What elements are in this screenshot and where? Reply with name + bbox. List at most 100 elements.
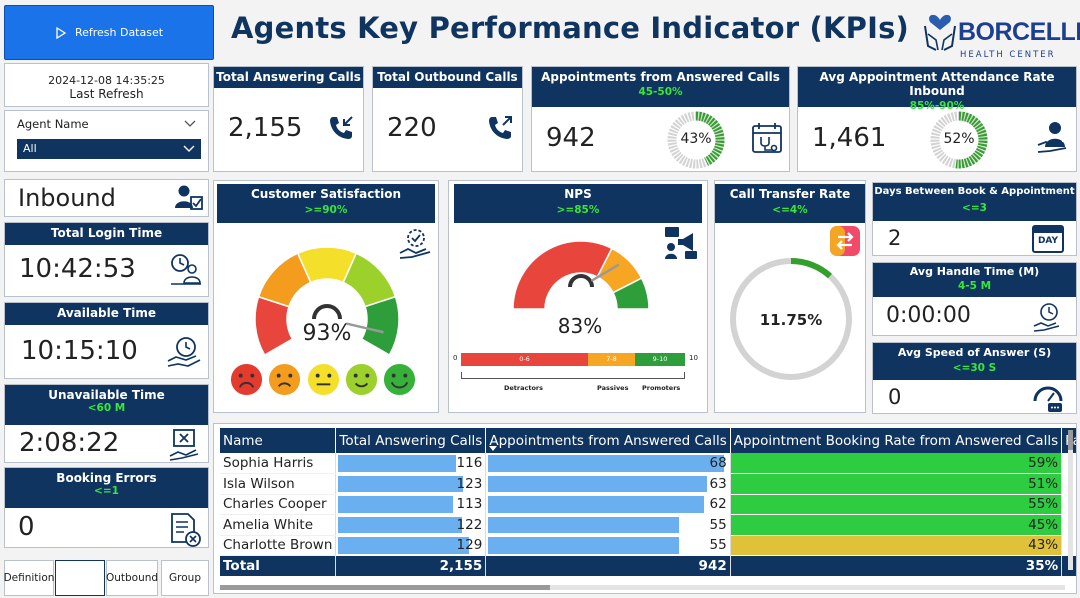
booking-rate-cell: 55% — [730, 494, 1063, 515]
table-row[interactable]: Charlotte Brown 129 55 43% — [220, 535, 1076, 556]
hand-clock-icon — [167, 337, 201, 367]
promoters-label: Promoters — [642, 384, 681, 392]
unavailable-time-target: <60 M — [87, 402, 126, 414]
login-time-title: Total Login Time — [5, 223, 208, 245]
calls-cell-value: 122 — [456, 516, 483, 533]
table-total-row: Total 2,155 942 35% — [220, 555, 1076, 576]
chevron-down-icon[interactable] — [184, 120, 196, 128]
phone-outgoing-icon — [489, 116, 512, 139]
csat-value: 93% — [302, 321, 352, 346]
csat-card: Customer Satisfaction >=90% 93% — [213, 180, 439, 413]
total-appointments: 942 — [485, 555, 731, 576]
total-label: Total — [220, 555, 337, 576]
promoters-segment: 9-10 — [635, 353, 685, 366]
days-book-target: <=3 — [962, 202, 987, 214]
appointments-cell: 63 — [485, 473, 731, 494]
unavailable-time-card: Unavailable Time <60 M 2:08:22 — [4, 384, 209, 463]
agent-name-cell: Isla Wilson — [220, 473, 337, 495]
total-booking-rate: 35% — [730, 555, 1063, 576]
table-horizontal-scrollbar[interactable] — [220, 585, 1065, 590]
last-refresh-card: 2024-12-08 14:35:25 Last Refresh — [4, 63, 209, 107]
logo-name: BORCELLE — [958, 18, 1080, 46]
answering-calls-value: 2,155 — [228, 113, 303, 143]
tab-outbound-label: Outbound — [105, 572, 159, 584]
agent-filter-value: All — [23, 142, 37, 155]
column-header-calls[interactable]: Total Answering Calls — [335, 428, 487, 453]
total-calls: 2,155 — [335, 555, 487, 576]
calls-cell-value: 113 — [456, 496, 483, 513]
table-row[interactable]: Charles Cooper 113 62 55% — [220, 494, 1076, 515]
unavailable-time-value: 2:08:22 — [19, 428, 120, 458]
chevron-down-icon — [183, 145, 195, 152]
booking-rate-cell-value: 51% — [1028, 475, 1059, 492]
refresh-label: Last Refresh — [69, 87, 144, 101]
appointments-cell-value: 55 — [709, 537, 727, 554]
calls-cell: 122 — [335, 514, 487, 535]
speedometer-chat-icon — [1033, 386, 1063, 412]
very-happy-face-icon — [383, 363, 416, 396]
nps-gauge — [512, 240, 650, 310]
promoters-range: 9-10 — [652, 355, 668, 363]
answering-calls-card: Total Answering Calls 2,155 — [213, 66, 364, 172]
days-book-title: Days Between Book & Appointment — [874, 186, 1075, 197]
handle-time-title: Avg Handle Time (M) — [909, 265, 1040, 278]
nps-scale-min: 0 — [453, 354, 458, 362]
appointments-title: Appointments from Answered Calls — [541, 70, 780, 84]
column-header-name[interactable]: Name — [220, 428, 337, 453]
nps-scale-bar: 0-6 7-8 9-10 — [461, 353, 685, 366]
login-time-card: Total Login Time 10:42:53 — [4, 222, 209, 297]
transfer-rate-card: Call Transfer Rate <=4% 11.75% — [714, 180, 866, 413]
user-check-icon — [175, 185, 203, 210]
logo: BORCELLE HEALTH CENTER — [922, 4, 1080, 62]
transfer-rate-target: <=4% — [772, 204, 808, 216]
appointments-cell: 55 — [485, 535, 731, 556]
appointments-value: 942 — [546, 123, 596, 153]
tab-definition[interactable]: Definition — [4, 560, 54, 596]
booking-rate-cell-value: 59% — [1028, 455, 1059, 471]
calls-cell: 116 — [335, 453, 487, 474]
handle-time-value: 0:00:00 — [886, 303, 971, 328]
column-header-appointments-label: Appointments from Answered Calls — [489, 432, 727, 449]
agent-filter-select[interactable]: All — [17, 139, 201, 159]
column-header-appointments[interactable]: Appointments from Answered Calls — [485, 428, 731, 453]
refresh-timestamp: 2024-12-08 14:35:25 — [48, 74, 165, 87]
clock-user-icon — [171, 254, 201, 285]
table-row[interactable]: Sophia Harris 116 68 59% — [220, 453, 1076, 474]
refresh-dataset-button[interactable]: Refresh Dataset — [4, 5, 214, 60]
booking-errors-card: Booking Errors <=1 0 — [4, 467, 209, 548]
agent-name-cell: Sophia Harris — [220, 453, 337, 474]
play-icon — [56, 26, 67, 39]
very-unhappy-face-icon — [230, 363, 263, 396]
calls-cell-value: 123 — [456, 475, 483, 492]
appointments-target: 45-50% — [638, 86, 683, 98]
csat-title: Customer Satisfaction — [250, 187, 401, 201]
csat-target: >=90% — [304, 204, 348, 216]
refresh-dataset-label: Refresh Dataset — [74, 26, 164, 39]
calls-cell-value: 129 — [456, 537, 483, 554]
booking-errors-value: 0 — [18, 512, 35, 542]
transfer-rate-title: Call Transfer Rate — [729, 187, 851, 201]
agent-filter: Agent Name All — [4, 110, 209, 172]
table-vertical-scrollbar[interactable] — [1068, 430, 1073, 570]
column-header-booking-rate[interactable]: Appointment Booking Rate from Answered C… — [730, 428, 1063, 453]
megaphone-chat-icon — [665, 227, 697, 259]
appointments-percent-label: 43% — [680, 131, 712, 147]
nps-bracket — [461, 372, 685, 379]
appointments-cell-value: 55 — [709, 516, 727, 533]
table-row[interactable]: Amelia White 122 55 45% — [220, 514, 1076, 536]
appointments-cell: 55 — [485, 514, 731, 535]
detractors-label: Detractors — [504, 384, 544, 392]
outbound-calls-card: Total Outbound Calls 220 — [372, 66, 523, 172]
detractors-segment: 0-6 — [461, 353, 588, 366]
page-title: Agents Key Performance Indicator (KPIs) — [231, 11, 909, 45]
handle-time-card: Avg Handle Time (M) 4-5 M 0:00:00 — [872, 262, 1077, 336]
tab-inbound[interactable]: inbound — [55, 560, 105, 596]
table-row[interactable]: Isla Wilson 123 63 51% — [220, 473, 1076, 495]
tab-group[interactable]: Group — [161, 560, 209, 596]
booking-rate-cell-value: 55% — [1028, 496, 1059, 513]
calls-cell: 123 — [335, 473, 487, 494]
agents-table-grid: Name Total Answering Calls Appointments … — [220, 428, 1076, 576]
tab-outbound[interactable]: Outbound — [106, 560, 158, 596]
calls-cell-value: 116 — [456, 455, 483, 472]
nps-value: 83% — [557, 314, 603, 338]
